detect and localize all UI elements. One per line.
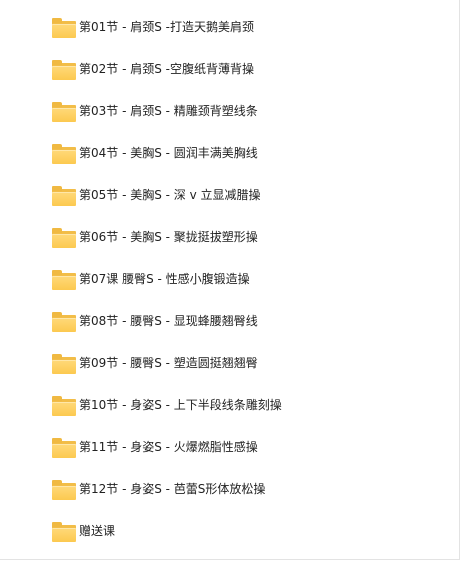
folder-item-04[interactable]: 第04节 - 美胸S - 圆润丰满美胸线 (52, 143, 452, 185)
folder-icon (52, 312, 76, 332)
folder-label: 第06节 - 美胸S - 聚拢挺拔塑形操 (79, 230, 258, 244)
folder-icon (52, 144, 76, 164)
window-frame: 第01节 - 肩颈S -打造天鹅美肩颈 第02节 - 肩颈S -空腹纸背薄背操 … (0, 0, 460, 560)
folder-label: 第07课 腰臀S - 性感小腹锻造操 (79, 272, 250, 286)
folder-item-07[interactable]: 第07课 腰臀S - 性感小腹锻造操 (52, 269, 452, 311)
folder-icon (52, 18, 76, 38)
folder-label: 第12节 - 身姿S - 芭蕾S形体放松操 (79, 482, 266, 496)
folder-icon (52, 354, 76, 374)
folder-label: 第04节 - 美胸S - 圆润丰满美胸线 (79, 146, 258, 160)
folder-item-03[interactable]: 第03节 - 肩颈S - 精雕颈背塑线条 (52, 101, 452, 143)
folder-icon (52, 186, 76, 206)
folder-item-09[interactable]: 第09节 - 腰臀S - 塑造圆挺翘翘臀 (52, 353, 452, 395)
folder-icon (52, 480, 76, 500)
folder-label: 第11节 - 身姿S - 火爆燃脂性感操 (79, 440, 258, 454)
folder-icon (52, 60, 76, 80)
folder-label: 第02节 - 肩颈S -空腹纸背薄背操 (79, 62, 254, 76)
folder-label: 赠送课 (79, 524, 116, 538)
folder-list: 第01节 - 肩颈S -打造天鹅美肩颈 第02节 - 肩颈S -空腹纸背薄背操 … (52, 17, 452, 563)
folder-item-12[interactable]: 第12节 - 身姿S - 芭蕾S形体放松操 (52, 479, 452, 521)
folder-label: 第05节 - 美胸S - 深 v 立显减腊操 (79, 188, 261, 202)
folder-label: 第01节 - 肩颈S -打造天鹅美肩颈 (79, 20, 254, 34)
folder-icon (52, 228, 76, 248)
folder-label: 第08节 - 腰臀S - 显现蜂腰翘臀线 (79, 314, 258, 328)
folder-icon (52, 270, 76, 290)
folder-item-05[interactable]: 第05节 - 美胸S - 深 v 立显减腊操 (52, 185, 452, 227)
folder-item-10[interactable]: 第10节 - 身姿S - 上下半段线条雕刻操 (52, 395, 452, 437)
folder-icon (52, 438, 76, 458)
folder-item-08[interactable]: 第08节 - 腰臀S - 显现蜂腰翘臀线 (52, 311, 452, 353)
folder-label: 第03节 - 肩颈S - 精雕颈背塑线条 (79, 104, 258, 118)
folder-icon (52, 396, 76, 416)
folder-item-11[interactable]: 第11节 - 身姿S - 火爆燃脂性感操 (52, 437, 452, 479)
folder-label: 第10节 - 身姿S - 上下半段线条雕刻操 (79, 398, 282, 412)
folder-icon (52, 522, 76, 542)
folder-item-06[interactable]: 第06节 - 美胸S - 聚拢挺拔塑形操 (52, 227, 452, 269)
folder-label: 第09节 - 腰臀S - 塑造圆挺翘翘臀 (79, 356, 258, 370)
folder-item-02[interactable]: 第02节 - 肩颈S -空腹纸背薄背操 (52, 59, 452, 101)
folder-item-01[interactable]: 第01节 - 肩颈S -打造天鹅美肩颈 (52, 17, 452, 59)
folder-icon (52, 102, 76, 122)
folder-item-bonus[interactable]: 赠送课 (52, 521, 452, 563)
